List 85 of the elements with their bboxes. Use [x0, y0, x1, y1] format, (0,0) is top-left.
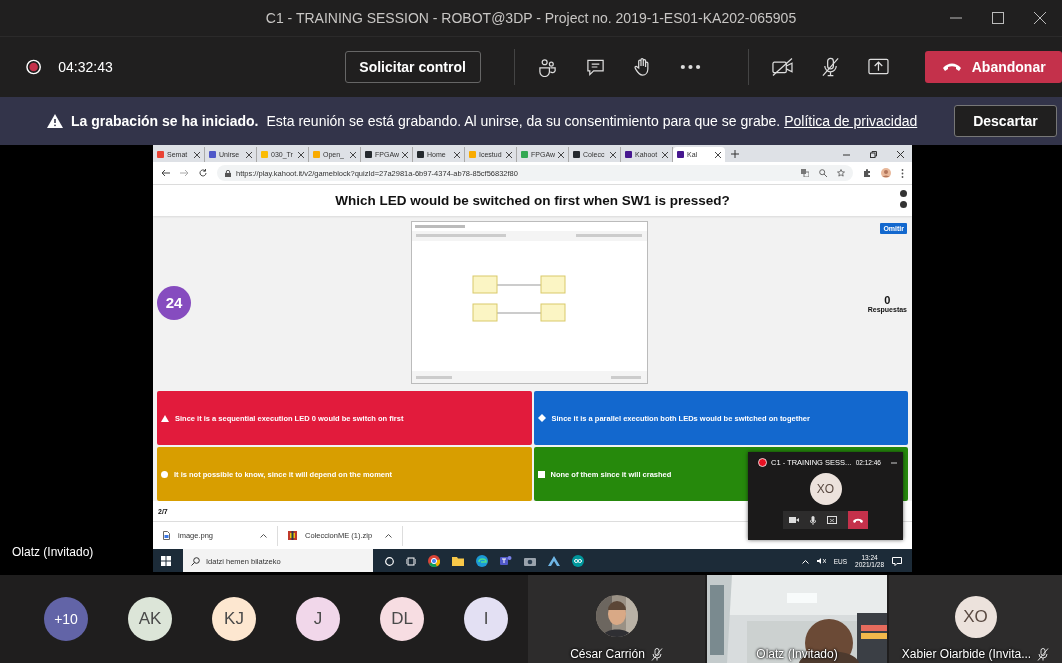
maximize-icon[interactable]	[992, 12, 1004, 24]
participant-avatar: XO	[954, 596, 997, 638]
extensions-icon[interactable]	[863, 169, 871, 177]
camera-off-icon[interactable]	[772, 57, 794, 77]
app-icon[interactable]	[548, 556, 560, 566]
circle-icon	[161, 470, 168, 478]
close-icon[interactable]	[1034, 12, 1046, 24]
close-icon[interactable]	[506, 151, 512, 158]
share-screen-icon[interactable]	[868, 57, 890, 77]
globe-icon[interactable]	[476, 555, 488, 567]
participant-avatar[interactable]: AK	[128, 597, 172, 641]
close-icon[interactable]	[715, 151, 721, 158]
dismiss-button[interactable]: Descartar	[954, 105, 1057, 137]
chat-icon[interactable]	[585, 57, 605, 77]
search-icon	[191, 556, 200, 566]
circle-icon[interactable]	[385, 556, 394, 566]
close-icon[interactable]	[402, 151, 408, 158]
camera-icon[interactable]	[524, 556, 536, 566]
request-control-button[interactable]: Solicitar control	[344, 51, 481, 83]
banner-message: Esta reunión se está grabando. Al unirse, da su consentimiento para que se grabe.	[266, 113, 781, 129]
mic-off-icon[interactable]	[821, 57, 841, 77]
diamond-icon	[537, 414, 546, 422]
warning-icon	[47, 114, 63, 128]
minimize-icon[interactable]	[843, 151, 850, 158]
restore-icon[interactable]	[870, 151, 877, 158]
more-icon[interactable]	[679, 64, 701, 70]
countdown-timer: 24	[157, 285, 191, 320]
share-screen-icon[interactable]	[827, 516, 837, 524]
question-title: Which LED would be switched on first when SW1 is pressed?	[335, 193, 730, 208]
participant-name: César Carrión	[570, 647, 645, 661]
participant-avatar[interactable]: I	[464, 597, 508, 641]
participant-name: Xabier Oiarbide (Invita...	[901, 647, 1032, 661]
mic-icon[interactable]	[810, 515, 816, 525]
minimize-icon[interactable]	[891, 461, 897, 464]
recording-icon	[26, 59, 42, 75]
close-icon[interactable]	[246, 151, 252, 158]
participant-avatar[interactable]: KJ	[212, 597, 256, 641]
zoom-icon[interactable]	[819, 169, 827, 177]
menu-icon[interactable]	[901, 168, 904, 178]
camera-icon[interactable]	[789, 516, 799, 524]
archive-icon	[288, 531, 297, 540]
back-icon[interactable]	[161, 169, 170, 177]
caret-icon[interactable]	[260, 533, 267, 538]
people-icon[interactable]	[538, 57, 558, 77]
participant-avatar[interactable]: +10	[44, 597, 88, 641]
profile-avatar[interactable]	[881, 168, 891, 178]
square-icon	[537, 470, 545, 478]
notifications-icon[interactable]	[892, 556, 902, 566]
translate-icon[interactable]	[801, 169, 809, 177]
folder-icon[interactable]	[452, 556, 464, 566]
close-icon[interactable]	[454, 151, 460, 158]
triangle-icon	[161, 414, 169, 422]
close-icon[interactable]	[350, 151, 356, 158]
phone-icon	[941, 62, 962, 72]
hang-up-button[interactable]	[848, 511, 868, 529]
answer-count: 0	[884, 294, 891, 306]
close-icon[interactable]	[194, 151, 200, 158]
banner-title: La grabación se ha iniciado.	[71, 113, 259, 129]
window-title: C1 - TRAINING SESSION - ROBOT@3DP - Project no. 2019-1-ES01-KA202-065905	[265, 10, 797, 26]
close-icon[interactable]	[610, 151, 616, 158]
call-timer: 04:32:43	[58, 59, 113, 75]
recording-icon	[758, 458, 767, 467]
windows-icon[interactable]	[161, 556, 171, 566]
file-icon	[163, 531, 170, 540]
participant-avatar: XO	[809, 473, 842, 505]
infinity-icon[interactable]	[572, 555, 584, 567]
close-icon[interactable]	[558, 151, 564, 158]
close-icon[interactable]	[897, 151, 904, 158]
presenter-name: Olatz (Invitado)	[12, 545, 94, 559]
speaker-icon[interactable]	[816, 557, 826, 565]
leave-button[interactable]: Abandonar	[925, 51, 1062, 83]
reload-icon[interactable]	[199, 169, 207, 177]
close-icon[interactable]	[662, 151, 668, 158]
browser-icon[interactable]	[428, 555, 440, 567]
caret-icon[interactable]	[385, 533, 392, 538]
close-icon[interactable]	[298, 151, 304, 158]
star-icon[interactable]	[837, 169, 845, 177]
chat-app-icon[interactable]	[500, 555, 512, 567]
participant-avatar[interactable]: DL	[380, 597, 424, 641]
participant-avatar[interactable]: J	[296, 597, 340, 641]
phone-icon	[853, 517, 863, 523]
privacy-link[interactable]: Política de privacidad	[784, 113, 918, 129]
new-tab-icon[interactable]	[731, 150, 739, 158]
lock-icon	[225, 169, 231, 177]
task-view-icon[interactable]	[406, 556, 416, 566]
